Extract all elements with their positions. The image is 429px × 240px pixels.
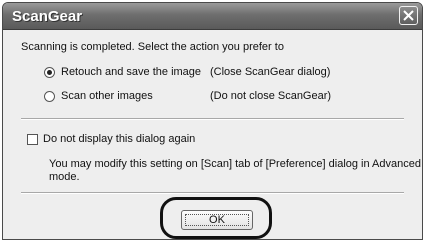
scangear-dialog: ScanGear Scanning is completed. Select t… — [2, 2, 423, 240]
close-button[interactable] — [399, 6, 418, 25]
radio-selected-dot — [47, 70, 52, 75]
do-not-display-checkbox[interactable] — [27, 134, 38, 145]
title-bar: ScanGear — [3, 3, 422, 30]
close-icon — [403, 10, 414, 21]
scan-other-option-note: (Do not close ScanGear) — [210, 90, 332, 102]
info-text-line2: mode. — [49, 171, 80, 183]
prompt-text: Scanning is completed. Select the action… — [21, 41, 284, 53]
retouch-radio[interactable] — [44, 67, 55, 78]
scan-other-option-label[interactable]: Scan other images — [61, 90, 153, 102]
do-not-display-label[interactable]: Do not display this dialog again — [43, 133, 195, 145]
retouch-option-label[interactable]: Retouch and save the image — [61, 66, 201, 78]
retouch-option-note: (Close ScanGear dialog) — [210, 66, 331, 78]
info-text-line1: You may modify this setting on [Scan] ta… — [49, 158, 421, 170]
scan-other-radio[interactable] — [44, 91, 55, 102]
highlight-ring — [160, 197, 272, 239]
window-title: ScanGear — [12, 8, 83, 25]
divider — [21, 118, 404, 120]
divider-bottom — [21, 192, 404, 194]
